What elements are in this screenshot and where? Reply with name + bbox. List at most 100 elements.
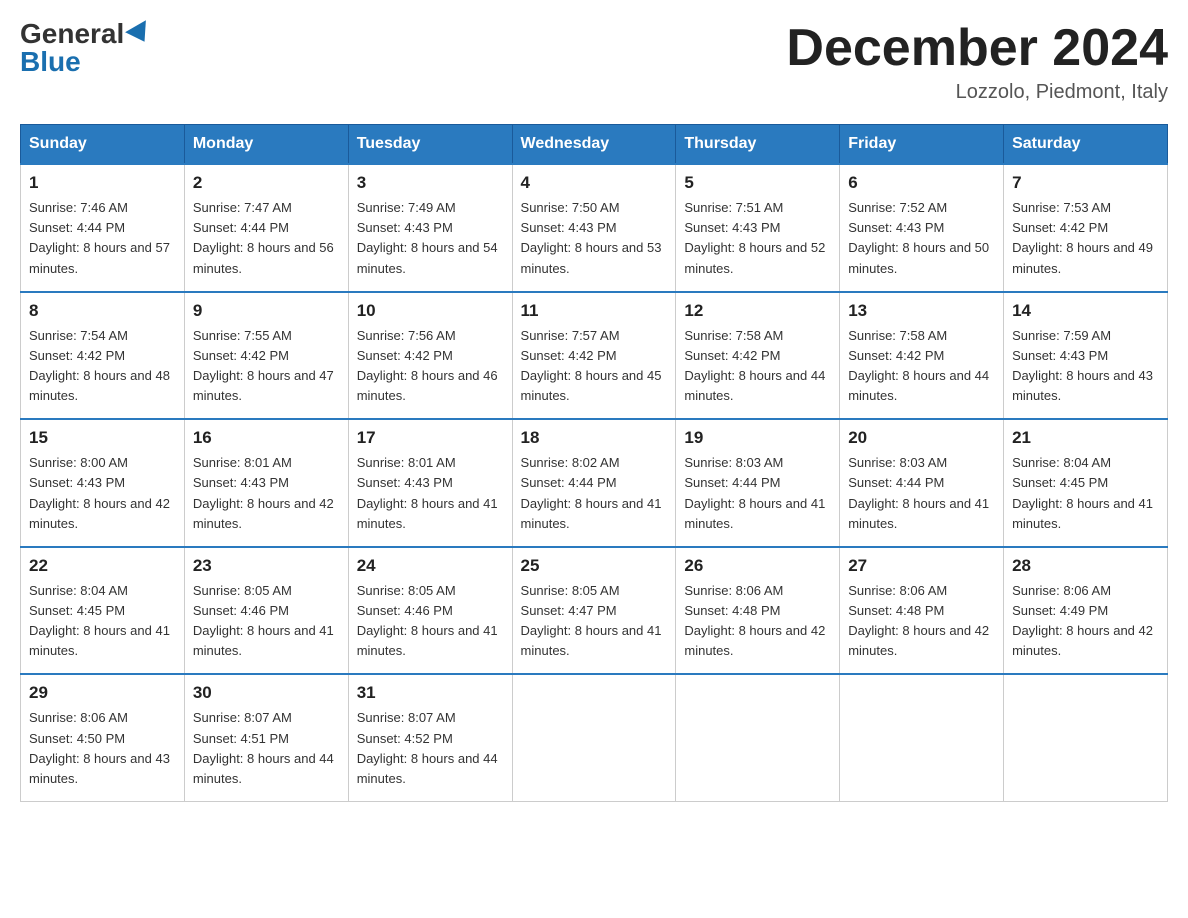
- day-info: Sunrise: 8:05 AMSunset: 4:47 PMDaylight:…: [521, 583, 662, 658]
- calendar-cell: 12 Sunrise: 7:58 AMSunset: 4:42 PMDaylig…: [676, 292, 840, 420]
- logo: General Blue: [20, 20, 152, 76]
- calendar-header-row: SundayMondayTuesdayWednesdayThursdayFrid…: [21, 125, 1168, 165]
- day-number: 31: [357, 683, 504, 703]
- day-info: Sunrise: 8:06 AMSunset: 4:49 PMDaylight:…: [1012, 583, 1153, 658]
- day-number: 18: [521, 428, 668, 448]
- day-info: Sunrise: 8:05 AMSunset: 4:46 PMDaylight:…: [357, 583, 498, 658]
- day-number: 19: [684, 428, 831, 448]
- calendar-cell: [676, 674, 840, 801]
- calendar-cell: 25 Sunrise: 8:05 AMSunset: 4:47 PMDaylig…: [512, 547, 676, 675]
- day-number: 30: [193, 683, 340, 703]
- page-header: General Blue December 2024 Lozzolo, Pied…: [20, 20, 1168, 104]
- calendar-header-thursday: Thursday: [676, 125, 840, 165]
- calendar-cell: 19 Sunrise: 8:03 AMSunset: 4:44 PMDaylig…: [676, 419, 840, 547]
- day-info: Sunrise: 8:03 AMSunset: 4:44 PMDaylight:…: [848, 455, 989, 530]
- day-number: 14: [1012, 301, 1159, 321]
- calendar-header-wednesday: Wednesday: [512, 125, 676, 165]
- day-info: Sunrise: 8:05 AMSunset: 4:46 PMDaylight:…: [193, 583, 334, 658]
- calendar-week-row: 1 Sunrise: 7:46 AMSunset: 4:44 PMDayligh…: [21, 164, 1168, 292]
- calendar-week-row: 22 Sunrise: 8:04 AMSunset: 4:45 PMDaylig…: [21, 547, 1168, 675]
- day-number: 3: [357, 173, 504, 193]
- calendar-cell: 17 Sunrise: 8:01 AMSunset: 4:43 PMDaylig…: [348, 419, 512, 547]
- day-info: Sunrise: 7:56 AMSunset: 4:42 PMDaylight:…: [357, 328, 498, 403]
- day-number: 20: [848, 428, 995, 448]
- day-number: 7: [1012, 173, 1159, 193]
- day-number: 4: [521, 173, 668, 193]
- day-number: 22: [29, 556, 176, 576]
- day-info: Sunrise: 8:07 AMSunset: 4:51 PMDaylight:…: [193, 710, 334, 785]
- day-info: Sunrise: 8:04 AMSunset: 4:45 PMDaylight:…: [29, 583, 170, 658]
- logo-triangle-icon: [125, 20, 155, 48]
- day-number: 16: [193, 428, 340, 448]
- calendar-header-friday: Friday: [840, 125, 1004, 165]
- calendar-cell: 8 Sunrise: 7:54 AMSunset: 4:42 PMDayligh…: [21, 292, 185, 420]
- calendar-cell: 30 Sunrise: 8:07 AMSunset: 4:51 PMDaylig…: [184, 674, 348, 801]
- calendar-cell: 10 Sunrise: 7:56 AMSunset: 4:42 PMDaylig…: [348, 292, 512, 420]
- title-section: December 2024 Lozzolo, Piedmont, Italy: [786, 20, 1168, 104]
- calendar-week-row: 8 Sunrise: 7:54 AMSunset: 4:42 PMDayligh…: [21, 292, 1168, 420]
- day-info: Sunrise: 8:06 AMSunset: 4:50 PMDaylight:…: [29, 710, 170, 785]
- day-info: Sunrise: 7:50 AMSunset: 4:43 PMDaylight:…: [521, 200, 662, 275]
- day-number: 25: [521, 556, 668, 576]
- day-info: Sunrise: 7:57 AMSunset: 4:42 PMDaylight:…: [521, 328, 662, 403]
- day-number: 15: [29, 428, 176, 448]
- day-number: 28: [1012, 556, 1159, 576]
- calendar-cell: 14 Sunrise: 7:59 AMSunset: 4:43 PMDaylig…: [1004, 292, 1168, 420]
- day-info: Sunrise: 7:49 AMSunset: 4:43 PMDaylight:…: [357, 200, 498, 275]
- calendar-cell: 18 Sunrise: 8:02 AMSunset: 4:44 PMDaylig…: [512, 419, 676, 547]
- day-info: Sunrise: 8:06 AMSunset: 4:48 PMDaylight:…: [684, 583, 825, 658]
- day-number: 17: [357, 428, 504, 448]
- calendar-cell: 29 Sunrise: 8:06 AMSunset: 4:50 PMDaylig…: [21, 674, 185, 801]
- day-number: 1: [29, 173, 176, 193]
- day-info: Sunrise: 8:01 AMSunset: 4:43 PMDaylight:…: [193, 455, 334, 530]
- day-info: Sunrise: 8:03 AMSunset: 4:44 PMDaylight:…: [684, 455, 825, 530]
- calendar-cell: 7 Sunrise: 7:53 AMSunset: 4:42 PMDayligh…: [1004, 164, 1168, 292]
- day-info: Sunrise: 8:02 AMSunset: 4:44 PMDaylight:…: [521, 455, 662, 530]
- day-number: 13: [848, 301, 995, 321]
- day-number: 21: [1012, 428, 1159, 448]
- calendar-cell: 6 Sunrise: 7:52 AMSunset: 4:43 PMDayligh…: [840, 164, 1004, 292]
- calendar-cell: 9 Sunrise: 7:55 AMSunset: 4:42 PMDayligh…: [184, 292, 348, 420]
- calendar-cell: 26 Sunrise: 8:06 AMSunset: 4:48 PMDaylig…: [676, 547, 840, 675]
- calendar-cell: 22 Sunrise: 8:04 AMSunset: 4:45 PMDaylig…: [21, 547, 185, 675]
- calendar-cell: 15 Sunrise: 8:00 AMSunset: 4:43 PMDaylig…: [21, 419, 185, 547]
- day-number: 6: [848, 173, 995, 193]
- day-number: 9: [193, 301, 340, 321]
- day-info: Sunrise: 7:47 AMSunset: 4:44 PMDaylight:…: [193, 200, 334, 275]
- calendar-header-saturday: Saturday: [1004, 125, 1168, 165]
- calendar-cell: 31 Sunrise: 8:07 AMSunset: 4:52 PMDaylig…: [348, 674, 512, 801]
- day-info: Sunrise: 7:53 AMSunset: 4:42 PMDaylight:…: [1012, 200, 1153, 275]
- calendar-week-row: 15 Sunrise: 8:00 AMSunset: 4:43 PMDaylig…: [21, 419, 1168, 547]
- day-info: Sunrise: 8:06 AMSunset: 4:48 PMDaylight:…: [848, 583, 989, 658]
- calendar-cell: 16 Sunrise: 8:01 AMSunset: 4:43 PMDaylig…: [184, 419, 348, 547]
- day-info: Sunrise: 8:00 AMSunset: 4:43 PMDaylight:…: [29, 455, 170, 530]
- day-info: Sunrise: 7:54 AMSunset: 4:42 PMDaylight:…: [29, 328, 170, 403]
- calendar-cell: 27 Sunrise: 8:06 AMSunset: 4:48 PMDaylig…: [840, 547, 1004, 675]
- day-info: Sunrise: 7:51 AMSunset: 4:43 PMDaylight:…: [684, 200, 825, 275]
- day-number: 5: [684, 173, 831, 193]
- calendar-cell: 2 Sunrise: 7:47 AMSunset: 4:44 PMDayligh…: [184, 164, 348, 292]
- calendar-cell: 13 Sunrise: 7:58 AMSunset: 4:42 PMDaylig…: [840, 292, 1004, 420]
- day-info: Sunrise: 8:07 AMSunset: 4:52 PMDaylight:…: [357, 710, 498, 785]
- calendar-cell: 3 Sunrise: 7:49 AMSunset: 4:43 PMDayligh…: [348, 164, 512, 292]
- calendar-cell: [512, 674, 676, 801]
- day-number: 10: [357, 301, 504, 321]
- calendar-cell: 23 Sunrise: 8:05 AMSunset: 4:46 PMDaylig…: [184, 547, 348, 675]
- calendar-cell: [840, 674, 1004, 801]
- calendar-header-sunday: Sunday: [21, 125, 185, 165]
- day-info: Sunrise: 7:59 AMSunset: 4:43 PMDaylight:…: [1012, 328, 1153, 403]
- day-number: 27: [848, 556, 995, 576]
- day-number: 23: [193, 556, 340, 576]
- day-number: 11: [521, 301, 668, 321]
- calendar-week-row: 29 Sunrise: 8:06 AMSunset: 4:50 PMDaylig…: [21, 674, 1168, 801]
- day-number: 26: [684, 556, 831, 576]
- day-info: Sunrise: 7:52 AMSunset: 4:43 PMDaylight:…: [848, 200, 989, 275]
- location-text: Lozzolo, Piedmont, Italy: [786, 81, 1168, 104]
- day-info: Sunrise: 8:04 AMSunset: 4:45 PMDaylight:…: [1012, 455, 1153, 530]
- logo-blue-text: Blue: [20, 48, 81, 76]
- day-number: 29: [29, 683, 176, 703]
- day-number: 12: [684, 301, 831, 321]
- calendar-header-monday: Monday: [184, 125, 348, 165]
- day-info: Sunrise: 8:01 AMSunset: 4:43 PMDaylight:…: [357, 455, 498, 530]
- calendar-cell: 4 Sunrise: 7:50 AMSunset: 4:43 PMDayligh…: [512, 164, 676, 292]
